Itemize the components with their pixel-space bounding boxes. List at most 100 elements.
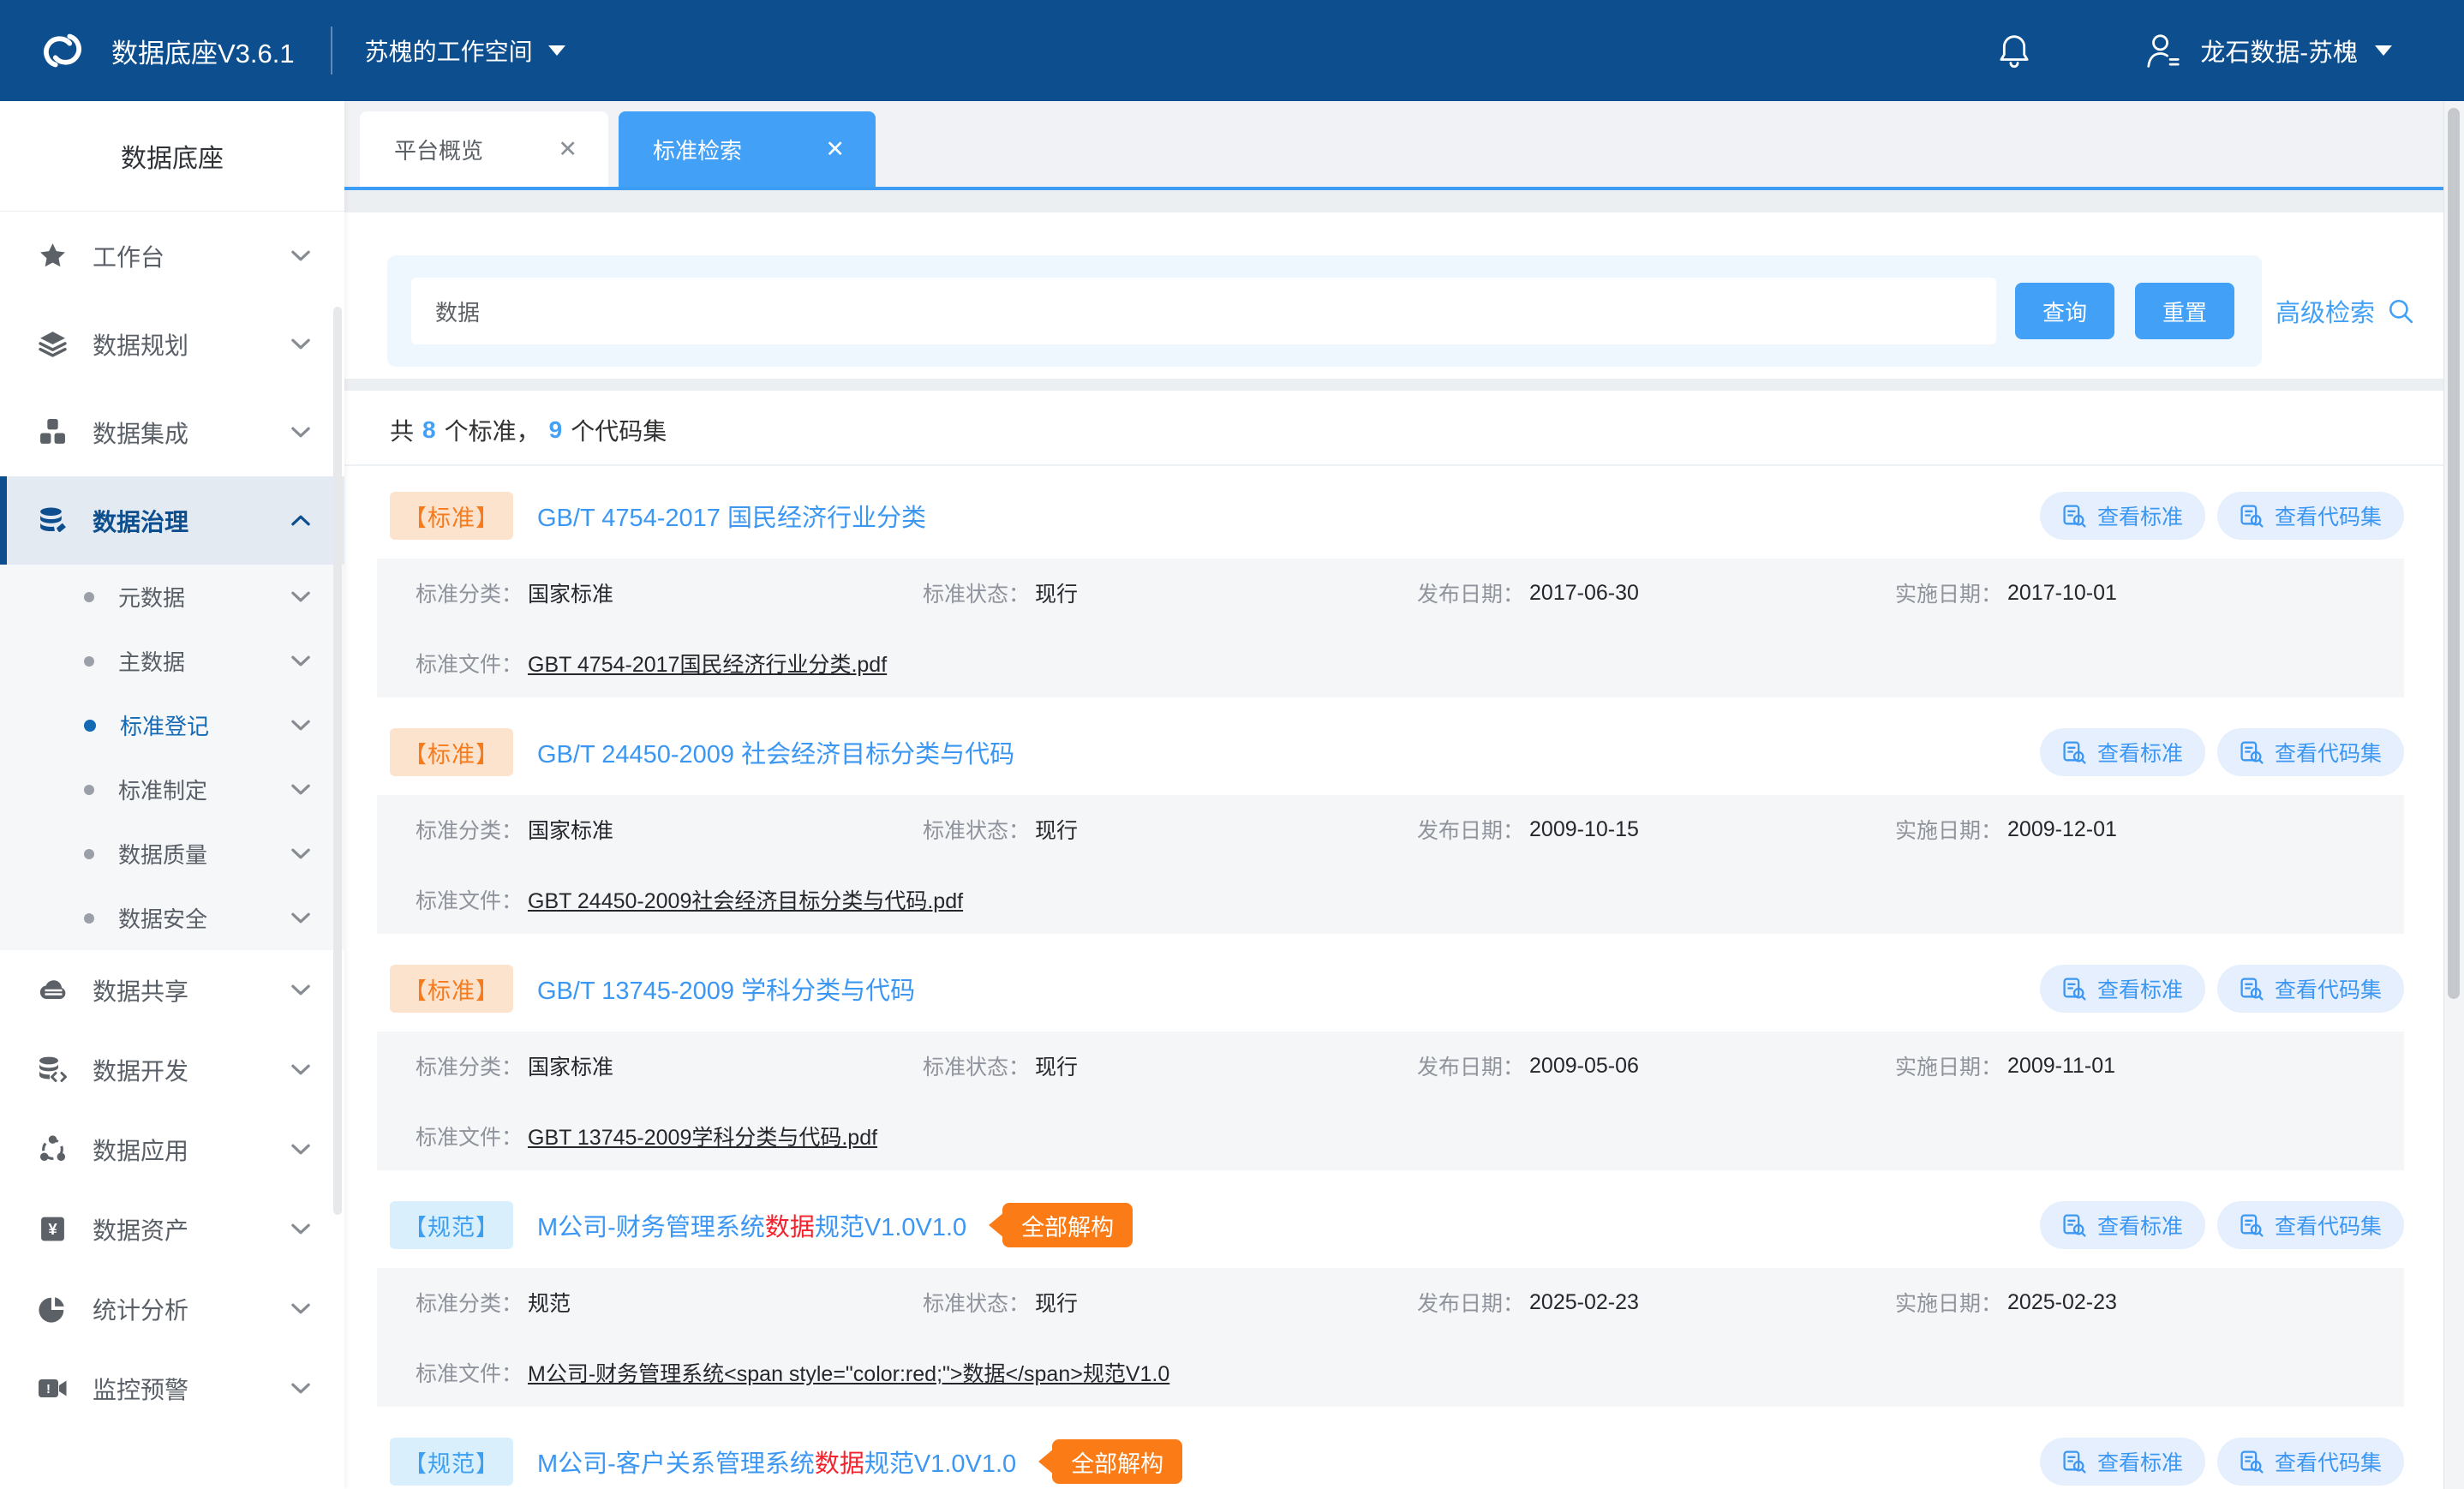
card-title-highlight: 数据 (765, 1214, 815, 1241)
sidebar-subitem-1[interactable]: 主数据 (0, 629, 344, 693)
field-label: 标准分类： (416, 814, 523, 845)
view-standard-button[interactable]: 查看标准 (2040, 492, 2205, 540)
sidebar-subitem-5[interactable]: 数据安全 (0, 886, 344, 950)
card-title-link[interactable]: GB/T 13745-2009 学科分类与代码 (537, 971, 915, 1007)
card-title-row: 【标准】GB/T 4754-2017 国民经济行业分类查看标准查看代码集 (344, 473, 2443, 559)
brand: 数据底座V3.6.1 (0, 26, 295, 75)
sidebar-item-6[interactable]: 数据应用 (0, 1109, 344, 1189)
field-file: 标准文件：GBT 24450-2009社会经济目标分类与代码.pdf (416, 881, 963, 918)
file-link[interactable]: GBT 24450-2009社会经济目标分类与代码.pdf (528, 884, 963, 915)
sidebar-subitem-2[interactable]: 标准登记 (0, 693, 344, 757)
sidebar-item-3[interactable]: 数据治理 (0, 476, 344, 565)
card-title-row: 【规范】M公司-客户关系管理系统数据规范V1.0V1.0全部解构查看标准查看代码… (344, 1419, 2443, 1489)
results-panel: 共 8 个标准， 9 个代码集 【标准】GB/T 4754-2017 国民经济行… (344, 391, 2443, 1489)
sidebar-subitem-4[interactable]: 数据质量 (0, 822, 344, 886)
card-title-link[interactable]: M公司-财务管理系统数据规范V1.0V1.0 (537, 1207, 966, 1243)
field-value: 规范 (528, 1287, 571, 1318)
field-implement: 实施日期：2009-11-01 (1895, 1047, 2115, 1085)
card-title-link[interactable]: M公司-客户关系管理系统数据规范V1.0V1.0 (537, 1444, 1016, 1480)
card-title-text: GB/T 24450-2009 社会经济目标分类与代码 (537, 741, 1014, 768)
field-label: 标准状态： (923, 814, 1030, 845)
chevron-down-icon (291, 984, 310, 996)
view-codeset-button[interactable]: 查看代码集 (2217, 1201, 2404, 1249)
sidebar-item-0[interactable]: 工作台 (0, 212, 344, 300)
sidebar-item-label: 工作台 (93, 239, 291, 273)
card-title-text: M公司-财务管理系统 (537, 1214, 765, 1241)
tab-platform-overview[interactable]: 平台概览 ✕ (360, 111, 608, 187)
field-value: 2009-12-01 (2007, 817, 2117, 842)
notifications-button[interactable] (1996, 33, 2032, 69)
workspace-switcher[interactable]: 苏槐的工作空间 (365, 33, 565, 68)
reset-button[interactable]: 重置 (2135, 283, 2234, 339)
file-link[interactable]: GBT 4754-2017国民经济行业分类.pdf (528, 648, 887, 679)
tab-bar: 平台概览 ✕ 标准检索 ✕ (344, 101, 2443, 190)
field-file: 标准文件：GBT 13745-2009学科分类与代码.pdf (416, 1117, 877, 1155)
chevron-down-icon (291, 427, 310, 438)
pill-label: 查看代码集 (2275, 500, 2382, 531)
pill-label: 查看代码集 (2275, 1210, 2382, 1241)
field-value: 现行 (1035, 1287, 1078, 1318)
topbar-right: 龙石数据-苏槐 (1996, 31, 2464, 70)
tab-close-icon[interactable]: ✕ (825, 136, 845, 163)
card-title-link[interactable]: GB/T 24450-2009 社会经济目标分类与代码 (537, 734, 1014, 770)
user-menu[interactable]: 龙石数据-苏槐 (2144, 31, 2392, 70)
view-codeset-button[interactable]: 查看代码集 (2217, 965, 2404, 1013)
magnifier-icon (2387, 297, 2414, 325)
sidebar-item-8[interactable]: 统计分析 (0, 1269, 344, 1348)
search-input[interactable] (411, 278, 1996, 344)
sidebar-item-7[interactable]: ¥数据资产 (0, 1189, 344, 1269)
tab-close-icon[interactable]: ✕ (558, 136, 577, 163)
card-title-text: GB/T 4754-2017 国民经济行业分类 (537, 505, 926, 532)
sidebar-subitem-0[interactable]: 元数据 (0, 565, 344, 629)
pie-icon (34, 1295, 70, 1323)
view-codeset-button[interactable]: 查看代码集 (2217, 1438, 2404, 1486)
file-link[interactable]: M公司-财务管理系统<span style="color:red;">数据</s… (528, 1357, 1169, 1388)
field-value: 2025-02-23 (2007, 1290, 2117, 1315)
view-standard-button[interactable]: 查看标准 (2040, 1438, 2205, 1486)
sidebar-scrollbar[interactable] (333, 307, 342, 1215)
workspace-name: 苏槐的工作空间 (365, 33, 533, 68)
view-standard-button[interactable]: 查看标准 (2040, 1201, 2205, 1249)
chevron-down-icon (291, 1303, 310, 1314)
sidebar-item-4[interactable]: 数据共享 (0, 950, 344, 1030)
field-status: 标准状态：现行 (923, 1283, 1078, 1321)
window-scrollbar[interactable] (2443, 101, 2464, 1489)
advanced-search-link[interactable]: 高级检索 (2276, 255, 2414, 367)
field-value: 2017-06-30 (1529, 581, 1639, 606)
scrollbar-thumb[interactable] (2448, 108, 2460, 999)
view-standard-button[interactable]: 查看标准 (2040, 965, 2205, 1013)
field-label: 实施日期： (1895, 814, 2002, 845)
count-text: 共 (390, 413, 414, 447)
sidebar-item-5[interactable]: 数据开发 (0, 1030, 344, 1109)
field-implement: 实施日期：2009-12-01 (1895, 810, 2117, 848)
tab-standard-search[interactable]: 标准检索 ✕ (619, 111, 876, 187)
chevron-down-icon (291, 591, 310, 602)
view-standard-button[interactable]: 查看标准 (2040, 728, 2205, 776)
caret-down-icon (2375, 45, 2392, 56)
field-category: 标准分类：规范 (416, 1283, 571, 1321)
card-tag: 【标准】 (390, 965, 513, 1013)
card-title-link[interactable]: GB/T 4754-2017 国民经济行业分类 (537, 498, 926, 534)
card-details: 标准分类：规范标准状态：现行发布日期：2025-02-23实施日期：2025-0… (377, 1268, 2404, 1407)
query-button[interactable]: 查询 (2015, 283, 2114, 339)
sidebar-item-1[interactable]: 数据规划 (0, 300, 344, 388)
field-label: 实施日期： (1895, 1050, 2002, 1081)
chevron-down-icon (291, 848, 310, 859)
file-link[interactable]: GBT 13745-2009学科分类与代码.pdf (528, 1121, 877, 1151)
sidebar-item-label: 数据规划 (93, 327, 291, 362)
field-category: 标准分类：国家标准 (416, 810, 613, 848)
sidebar-subitem-label: 主数据 (118, 645, 291, 677)
view-codeset-button[interactable]: 查看代码集 (2217, 492, 2404, 540)
share-icon (34, 1135, 70, 1163)
card-details: 标准分类：国家标准标准状态：现行发布日期：2009-05-06实施日期：2009… (377, 1032, 2404, 1170)
search-panel: 查询 重置 (387, 255, 2262, 367)
chevron-down-icon (291, 250, 310, 261)
card-actions: 查看标准查看代码集 (2040, 965, 2404, 1013)
field-label: 标准分类： (416, 1050, 523, 1081)
field-label: 标准状态： (923, 1050, 1030, 1081)
sidebar-item-2[interactable]: 数据集成 (0, 388, 344, 476)
view-codeset-button[interactable]: 查看代码集 (2217, 728, 2404, 776)
doc-search-icon (2240, 504, 2264, 529)
sidebar-item-9[interactable]: !监控预警 (0, 1348, 344, 1428)
sidebar-subitem-3[interactable]: 标准制定 (0, 757, 344, 822)
